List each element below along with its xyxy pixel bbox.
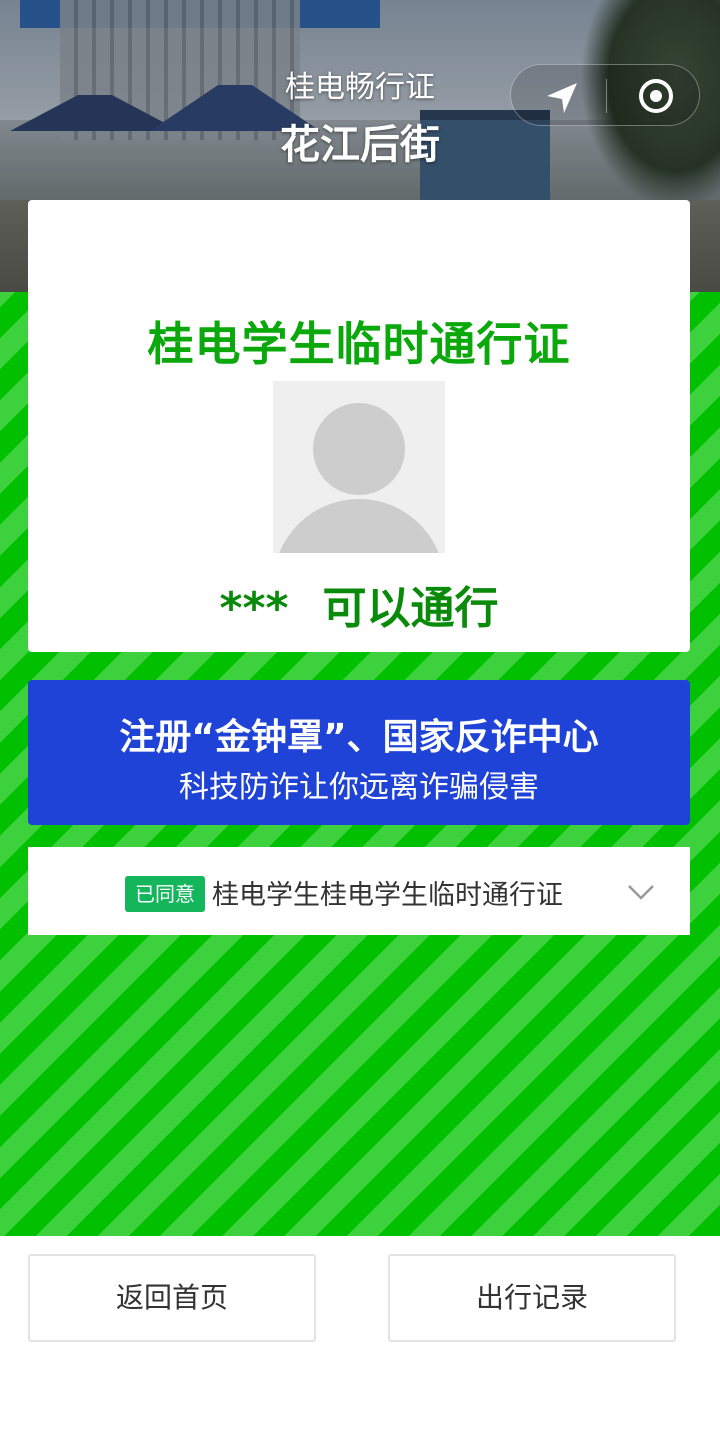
agreement-row[interactable]: 已同意 桂电学生桂电学生临时通行证 xyxy=(28,847,690,935)
chevron-down-icon[interactable] xyxy=(626,877,656,907)
avatar-head xyxy=(313,403,405,495)
default-avatar-icon xyxy=(273,381,445,553)
pass-title: 桂电学生临时通行证 xyxy=(147,317,571,371)
avatar-body xyxy=(273,499,445,553)
pass-status-line: *** 可以通行 xyxy=(28,572,690,636)
close-mini-program-button[interactable] xyxy=(606,65,701,127)
masked-name: *** xyxy=(219,583,289,634)
mini-program-capsule xyxy=(510,64,700,126)
target-icon xyxy=(639,79,673,113)
agreed-badge: 已同意 xyxy=(125,876,205,912)
navigation-button[interactable] xyxy=(511,65,606,127)
back-home-button[interactable]: 返回首页 xyxy=(28,1254,316,1342)
pass-status-text: 可以通行 xyxy=(322,583,499,634)
anti-fraud-banner[interactable]: 注册“金钟罩”、国家反诈中心 科技防诈让你远离诈骗侵害 xyxy=(28,680,690,825)
agreement-text: 桂电学生桂电学生临时通行证 xyxy=(212,880,563,911)
travel-records-button[interactable]: 出行记录 xyxy=(388,1254,676,1342)
pass-card: 桂电学生临时通行证 *** 可以通行 xyxy=(28,200,690,652)
navigation-arrow-icon xyxy=(547,83,577,113)
banner-headline: 注册“金钟罩”、国家反诈中心 xyxy=(119,717,599,758)
banner-subtext: 科技防诈让你远离诈骗侵害 xyxy=(179,770,539,805)
